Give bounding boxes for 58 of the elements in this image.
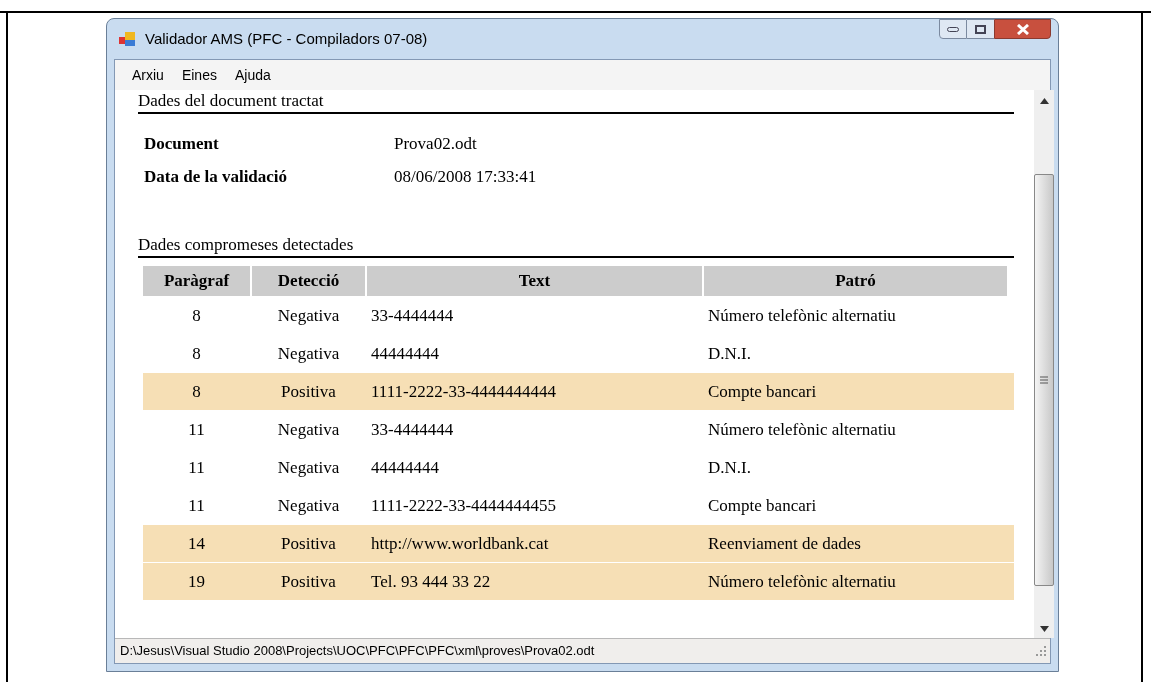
table-cell-text: 19 bbox=[187, 570, 206, 593]
table-cell-text: Positiva bbox=[280, 532, 337, 555]
table-cell-text: 14 bbox=[187, 532, 206, 555]
table-cell-text: Negativa bbox=[276, 304, 341, 327]
scroll-thumb[interactable] bbox=[1034, 174, 1054, 586]
column-header: Paràgraf bbox=[143, 266, 250, 296]
section-heading: Dades del document tractat bbox=[138, 90, 1014, 114]
grip-icon bbox=[1040, 376, 1048, 384]
minimize-button[interactable] bbox=[939, 19, 967, 39]
table-cell-text: Tel. 93 444 33 22 bbox=[370, 570, 492, 593]
scroll-up-icon bbox=[1039, 98, 1049, 104]
menu-item[interactable]: Eines bbox=[174, 64, 224, 86]
menu-item[interactable]: Ajuda bbox=[227, 64, 278, 86]
table-cell-text: 8 bbox=[191, 304, 202, 327]
table-cell-text: 1111-2222-33-4444444455 bbox=[370, 494, 558, 517]
table-cell-text: 33-4444444 bbox=[370, 304, 455, 327]
app-icon bbox=[119, 31, 137, 47]
field-label: Data de la validació bbox=[144, 165, 289, 188]
status-text: D:\Jesus\Visual Studio 2008\Projects\UOC\PFC\PFC\PFC\xml\proves\Prova02.odt bbox=[120, 642, 595, 661]
field-label: Document bbox=[144, 132, 220, 155]
table-cell-text: Número telefònic alternatiu bbox=[707, 304, 897, 327]
table-cell-text: 8 bbox=[191, 380, 202, 403]
table-cell-text: 11 bbox=[187, 456, 206, 479]
close-button[interactable] bbox=[994, 19, 1051, 39]
table-cell-text: Negativa bbox=[276, 494, 341, 517]
table-cell-text: Reenviament de dades bbox=[707, 532, 862, 555]
table-cell-text: 8 bbox=[191, 342, 202, 365]
maximize-button[interactable] bbox=[967, 19, 994, 39]
column-header: Patró bbox=[704, 266, 1007, 296]
table-cell-text: Negativa bbox=[276, 418, 341, 441]
table-cell-text: Negativa bbox=[276, 342, 341, 365]
field-value: Prova02.odt bbox=[394, 132, 477, 155]
table-cell-text: 11 bbox=[187, 494, 206, 517]
scroll-down-icon bbox=[1039, 626, 1049, 632]
table-cell-text: 44444444 bbox=[370, 456, 440, 479]
table-cell-text: Positiva bbox=[280, 570, 337, 593]
table-cell-text: D.N.I. bbox=[707, 456, 752, 479]
table-cell-text: Negativa bbox=[276, 456, 341, 479]
column-header: Text bbox=[367, 266, 702, 296]
scrollbar[interactable] bbox=[1034, 90, 1054, 638]
close-icon bbox=[1015, 23, 1030, 35]
table-cell-text: 1111-2222-33-4444444444 bbox=[370, 380, 558, 403]
table-cell-text: Número telefònic alternatiu bbox=[707, 418, 897, 441]
table-cell-text: Número telefònic alternatiu bbox=[707, 570, 897, 593]
column-header: Detecció bbox=[252, 266, 365, 296]
table-cell-text: Compte bancari bbox=[707, 494, 818, 517]
table-cell-text: D.N.I. bbox=[707, 342, 752, 365]
resize-grip-icon bbox=[1036, 646, 1046, 656]
table-cell-text: 44444444 bbox=[370, 342, 440, 365]
table-cell-text: Positiva bbox=[280, 380, 337, 403]
table-cell-text: 33-4444444 bbox=[370, 418, 455, 441]
menu-item[interactable]: Arxiu bbox=[125, 64, 171, 86]
field-value: 08/06/2008 17:33:41 bbox=[394, 165, 537, 188]
table-cell-text: http://www.worldbank.cat bbox=[370, 532, 550, 555]
window-title: Validador AMS (PFC - Compiladors 07-08) bbox=[145, 28, 428, 49]
table-cell-text: Compte bancari bbox=[707, 380, 818, 403]
section-heading: Dades compromeses detectades bbox=[138, 234, 1014, 258]
table-cell-text: 11 bbox=[187, 418, 206, 441]
